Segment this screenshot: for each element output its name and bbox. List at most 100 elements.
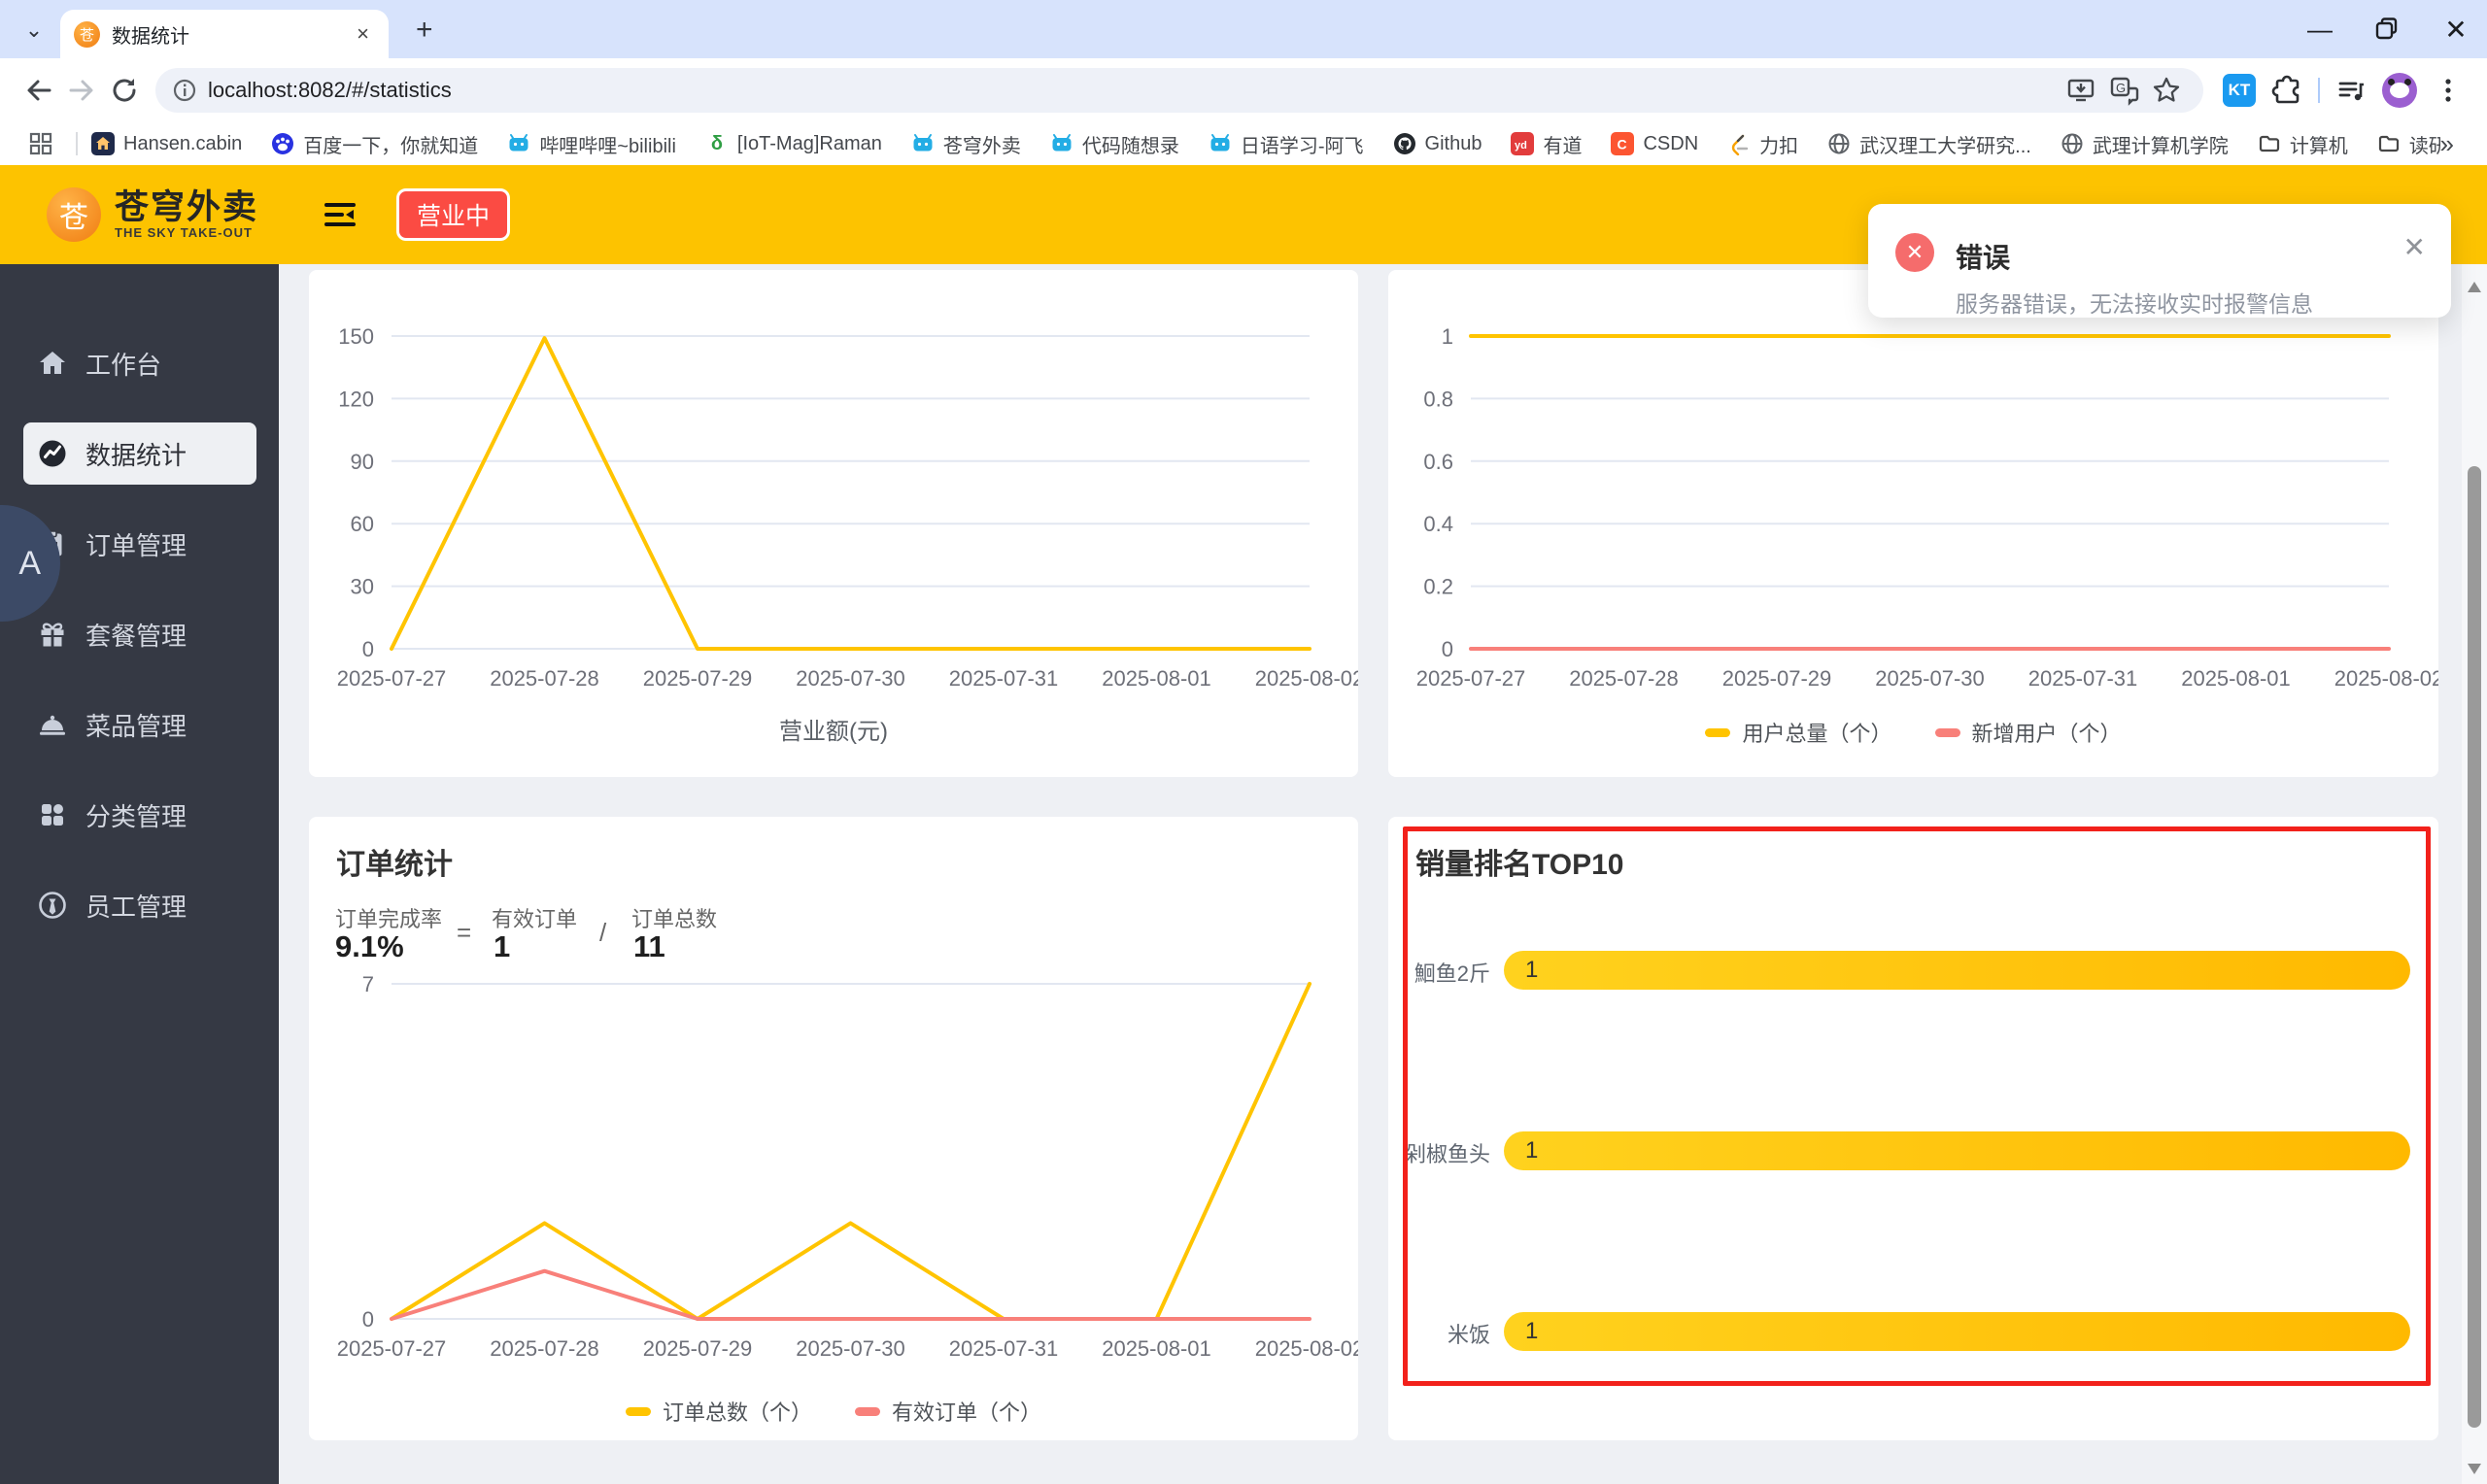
bookmark-item[interactable]: 代码随想录: [1050, 130, 1179, 158]
sidebar-item-4[interactable]: 套餐管理: [23, 603, 256, 665]
bookmark-item[interactable]: 力扣: [1727, 130, 1798, 158]
svg-text:1: 1: [1442, 324, 1453, 349]
user-chart-card: 0 0.2 0.4 0.6 0.8 1 2025-07-27 2025-07-28 2025-0…: [1388, 270, 2438, 777]
sidebar-item-label: 工作台: [85, 350, 162, 380]
scroll-down-arrow-icon[interactable]: [2468, 1464, 2481, 1474]
svg-text:120: 120: [338, 387, 374, 411]
main-content: 0 30 60 90 120 150 2025-07-27 2025-07-28 2025-07…: [279, 264, 2487, 1484]
bookmark-item[interactable]: Github: [1393, 132, 1482, 155]
scrollbar[interactable]: [2462, 264, 2487, 1484]
tab-close-icon[interactable]: ×: [351, 19, 375, 49]
sidebar-item-label: 分类管理: [85, 801, 187, 831]
bookmark-item[interactable]: 哔哩哔哩~bilibili: [507, 130, 676, 158]
svg-text:yd: yd: [1515, 140, 1527, 152]
reading-list-button[interactable]: [2330, 69, 2372, 112]
legend-item[interactable]: 用户总量（个）: [1705, 717, 1892, 748]
bookmark-label: 武汉理工大学研究...: [1859, 135, 2031, 157]
svg-text:2025-08-02: 2025-08-02: [2334, 666, 2438, 691]
svg-text:2025-07-30: 2025-07-30: [796, 666, 905, 691]
legend-item[interactable]: 订单总数（个）: [625, 1396, 812, 1427]
svg-text:2025-07-30: 2025-07-30: [1875, 666, 1985, 691]
bookmark-item[interactable]: Hansen.cabin: [91, 132, 242, 155]
sidebar-collapse-button[interactable]: [323, 197, 358, 232]
tab-search-button[interactable]: ⌄: [17, 14, 51, 47]
bookmark-item[interactable]: 日语学习-阿飞: [1209, 130, 1364, 158]
sidebar-item-1[interactable]: 工作台: [23, 332, 256, 394]
staff-icon: [37, 890, 68, 921]
window-close-button[interactable]: ✕: [2434, 8, 2478, 51]
svg-text:2025-07-29: 2025-07-29: [643, 1336, 753, 1361]
back-button[interactable]: [17, 69, 60, 112]
active-tab[interactable]: 苍 数据统计 ×: [60, 10, 389, 58]
svg-text:2025-08-01: 2025-08-01: [1102, 666, 1211, 691]
legend-item[interactable]: 新增用户（个）: [1934, 717, 2122, 748]
kebab-menu-icon: [2445, 79, 2451, 102]
sidebar: 工作台数据统计订单管理套餐管理菜品管理分类管理员工管理: [0, 264, 279, 1484]
bookmark-label: 力扣: [1759, 135, 1799, 157]
toast-close-icon[interactable]: ✕: [2403, 231, 2426, 263]
svg-text:0.8: 0.8: [1423, 387, 1453, 411]
youdao-icon: yd: [1511, 132, 1535, 155]
sidebar-item-5[interactable]: 菜品管理: [23, 693, 256, 756]
svg-text:0: 0: [362, 637, 374, 661]
url-text[interactable]: localhost:8082/#/statistics: [208, 78, 2060, 103]
bookmark-item[interactable]: C CSDN: [1611, 132, 1698, 155]
svg-text:2025-08-01: 2025-08-01: [1102, 1336, 1211, 1361]
bookmark-label: 日语学习-阿飞: [1240, 135, 1364, 157]
svg-text:30: 30: [351, 575, 374, 599]
scrollbar-thumb[interactable]: [2468, 466, 2481, 1428]
svg-text:2025-07-31: 2025-07-31: [949, 666, 1059, 691]
bookmark-label: 代码随想录: [1081, 135, 1179, 157]
globe-icon: [2061, 132, 2084, 155]
collapse-menu-icon: [324, 203, 357, 226]
sidebar-item-6[interactable]: 分类管理: [23, 784, 256, 846]
extensions-button[interactable]: [2266, 69, 2308, 112]
bookmark-item[interactable]: 读研: [2377, 130, 2440, 158]
bookmark-star-button[interactable]: [2145, 69, 2188, 112]
bookmark-label: CSDN: [1643, 132, 1699, 154]
svg-text:60: 60: [351, 512, 374, 536]
translate-button[interactable]: G: [2102, 69, 2145, 112]
legend-marker-icon: [1934, 727, 1960, 737]
legend-item[interactable]: 有效订单（个）: [855, 1396, 1041, 1427]
bookmark-item[interactable]: 武汉理工大学研究...: [1827, 130, 2031, 158]
sidebar-item-2[interactable]: 数据统计: [23, 422, 256, 485]
bookmarks-overflow-button[interactable]: »: [2440, 129, 2468, 159]
bar: 1: [1504, 951, 2410, 990]
new-tab-button[interactable]: +: [416, 16, 433, 45]
grid-icon: [37, 799, 68, 830]
profile-avatar[interactable]: [2382, 73, 2417, 108]
user-chart-legend: 用户总量（个） 新增用户（个）: [1388, 717, 2438, 748]
forward-button[interactable]: [60, 69, 103, 112]
address-bar[interactable]: localhost:8082/#/statistics G: [155, 68, 2203, 113]
bookmark-item[interactable]: yd 有道: [1511, 130, 1582, 158]
bookmark-item[interactable]: 武理计算机学院: [2061, 130, 2229, 158]
bookmarks-separator: [76, 132, 78, 155]
bookmark-item[interactable]: 苍穹外卖: [911, 130, 1021, 158]
bookmark-label: Github: [1424, 132, 1482, 154]
error-circle-icon: ✕: [1895, 233, 1934, 272]
sidebar-item-7[interactable]: 员工管理: [23, 874, 256, 936]
bookmark-item[interactable]: δ [IoT-Mag]Raman: [705, 132, 882, 155]
app-logo-text: 苍穹外卖 THE SKY TAKE-OUT: [115, 189, 258, 240]
legend-label: 用户总量（个）: [1742, 722, 1892, 746]
bookmark-label: 苍穹外卖: [942, 135, 1021, 157]
window-minimize-button[interactable]: —: [2298, 8, 2342, 51]
window-restore-button[interactable]: [2365, 8, 2409, 51]
site-info-icon: [173, 79, 196, 102]
svg-text:2025-08-02: 2025-08-02: [1255, 666, 1358, 691]
kt-extension-icon[interactable]: KT: [2223, 74, 2256, 107]
reload-button[interactable]: [103, 69, 146, 112]
toast-title: 错误: [1956, 243, 2011, 273]
bookmark-item[interactable]: 百度一下，你就知道: [271, 130, 478, 158]
apps-grid-icon[interactable]: [19, 122, 62, 165]
sidebar-item-label: 订单管理: [85, 530, 187, 560]
bookmark-item[interactable]: 计算机: [2258, 130, 2348, 158]
install-app-button[interactable]: [2060, 69, 2102, 112]
toast-message: 服务器错误，无法接收实时报警信息: [1956, 291, 2313, 317]
chrome-menu-button[interactable]: [2427, 69, 2470, 112]
bookmark-label: 武理计算机学院: [2092, 135, 2229, 157]
scroll-up-arrow-icon[interactable]: [2468, 282, 2481, 292]
bar-value-label: 1: [1525, 1318, 1539, 1344]
svg-text:0.6: 0.6: [1423, 450, 1453, 474]
